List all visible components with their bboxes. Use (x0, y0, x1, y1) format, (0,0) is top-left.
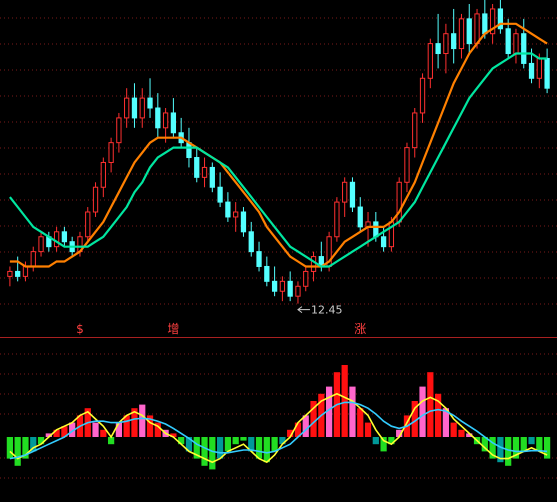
candle[interactable] (404, 147, 410, 183)
indicator-bar[interactable] (209, 437, 216, 470)
indicator-bar[interactable] (271, 437, 278, 452)
candle[interactable] (85, 211, 91, 238)
candle[interactable] (108, 142, 114, 163)
indicator-bar[interactable] (458, 429, 465, 437)
indicator-bar[interactable] (123, 415, 130, 437)
candle[interactable] (427, 43, 433, 79)
candle[interactable] (310, 256, 317, 272)
candle[interactable] (342, 181, 348, 203)
candle[interactable] (279, 280, 286, 292)
candle[interactable] (124, 97, 130, 119)
candle[interactable] (22, 265, 29, 277)
chart-canvas[interactable]: 12.45 $ 增 涨 (0, 0, 557, 502)
candle[interactable] (544, 57, 550, 89)
candle[interactable] (38, 236, 44, 253)
candle[interactable] (256, 251, 262, 267)
moving-average-line-2 (9, 52, 548, 268)
indicator-bar[interactable] (520, 437, 527, 452)
candle[interactable] (155, 107, 161, 129)
indicator-bar[interactable] (224, 437, 232, 452)
indicator-bar[interactable] (357, 408, 364, 437)
indicator-bar[interactable] (419, 386, 426, 437)
indicator-bar[interactable] (372, 437, 379, 445)
candle[interactable] (513, 33, 519, 55)
candle[interactable] (295, 285, 301, 297)
indicator-bar[interactable] (115, 422, 123, 437)
candle[interactable] (264, 265, 270, 282)
candle[interactable] (357, 206, 363, 228)
indicator-bar[interactable] (6, 437, 14, 459)
indicator-bar[interactable] (536, 437, 543, 452)
indicator-bar[interactable] (543, 437, 551, 459)
candle[interactable] (303, 270, 309, 287)
candle[interactable] (536, 57, 542, 79)
indicator-bar[interactable] (528, 437, 535, 445)
candle[interactable] (194, 157, 200, 178)
candle[interactable] (396, 181, 402, 223)
candle[interactable] (248, 231, 254, 253)
candle[interactable] (419, 77, 426, 114)
candle[interactable] (7, 270, 13, 277)
candle[interactable] (217, 186, 223, 203)
candle[interactable] (100, 161, 106, 188)
candle[interactable] (334, 201, 340, 238)
indicator-bar[interactable] (92, 422, 99, 437)
candle[interactable] (521, 33, 527, 64)
candle[interactable] (225, 201, 231, 218)
candle[interactable] (162, 112, 169, 129)
candle[interactable] (53, 231, 60, 248)
candle[interactable] (380, 236, 387, 248)
stock-chart: 12.45 $ 增 涨 (0, 0, 557, 502)
indicator-bar[interactable] (341, 365, 348, 437)
candle[interactable] (116, 117, 122, 144)
candle[interactable] (271, 280, 278, 292)
candle[interactable] (233, 211, 239, 218)
signal-annotation: 涨 (354, 321, 366, 336)
candle[interactable] (147, 97, 153, 109)
signal-annotation: 增 (167, 322, 179, 336)
candle[interactable] (528, 62, 535, 79)
indicator-bar[interactable] (216, 437, 224, 459)
indicator-bar[interactable] (349, 386, 356, 437)
indicator-bar[interactable] (201, 437, 208, 466)
indicator-bar[interactable] (450, 422, 457, 437)
candle[interactable] (201, 166, 208, 178)
candle[interactable] (451, 33, 457, 50)
candle[interactable] (458, 18, 465, 50)
candle[interactable] (92, 186, 99, 213)
candle[interactable] (240, 211, 247, 233)
indicator-bar[interactable] (139, 404, 146, 437)
indicator-bar[interactable] (255, 437, 263, 459)
indicator-bar[interactable] (364, 422, 372, 437)
candle[interactable] (412, 112, 418, 149)
candle[interactable] (443, 33, 449, 55)
candle[interactable] (139, 97, 145, 119)
candle[interactable] (131, 97, 138, 119)
indicator-bar[interactable] (232, 437, 239, 445)
indicator-bar[interactable] (380, 437, 387, 452)
indicator-bar[interactable] (505, 437, 512, 466)
candle[interactable] (505, 28, 511, 55)
indicator-bar[interactable] (100, 429, 107, 437)
candle[interactable] (466, 18, 472, 45)
indicator-bar[interactable] (14, 437, 21, 466)
candle[interactable] (435, 43, 441, 55)
indicator-bar[interactable] (427, 372, 434, 437)
low-price-label: 12.45 (311, 304, 343, 317)
candle[interactable] (15, 270, 21, 277)
signal-annotation: $ (76, 322, 84, 336)
indicator-bar[interactable] (263, 437, 270, 463)
candle[interactable] (287, 280, 293, 297)
candle[interactable] (349, 181, 356, 208)
candle[interactable] (61, 231, 68, 243)
candle[interactable] (474, 13, 480, 45)
indicator-bar[interactable] (240, 437, 247, 441)
candle[interactable] (482, 13, 488, 35)
indicator-bar[interactable] (302, 415, 309, 437)
candle[interactable] (30, 251, 36, 267)
candle[interactable] (170, 112, 177, 134)
candle[interactable] (209, 166, 215, 188)
